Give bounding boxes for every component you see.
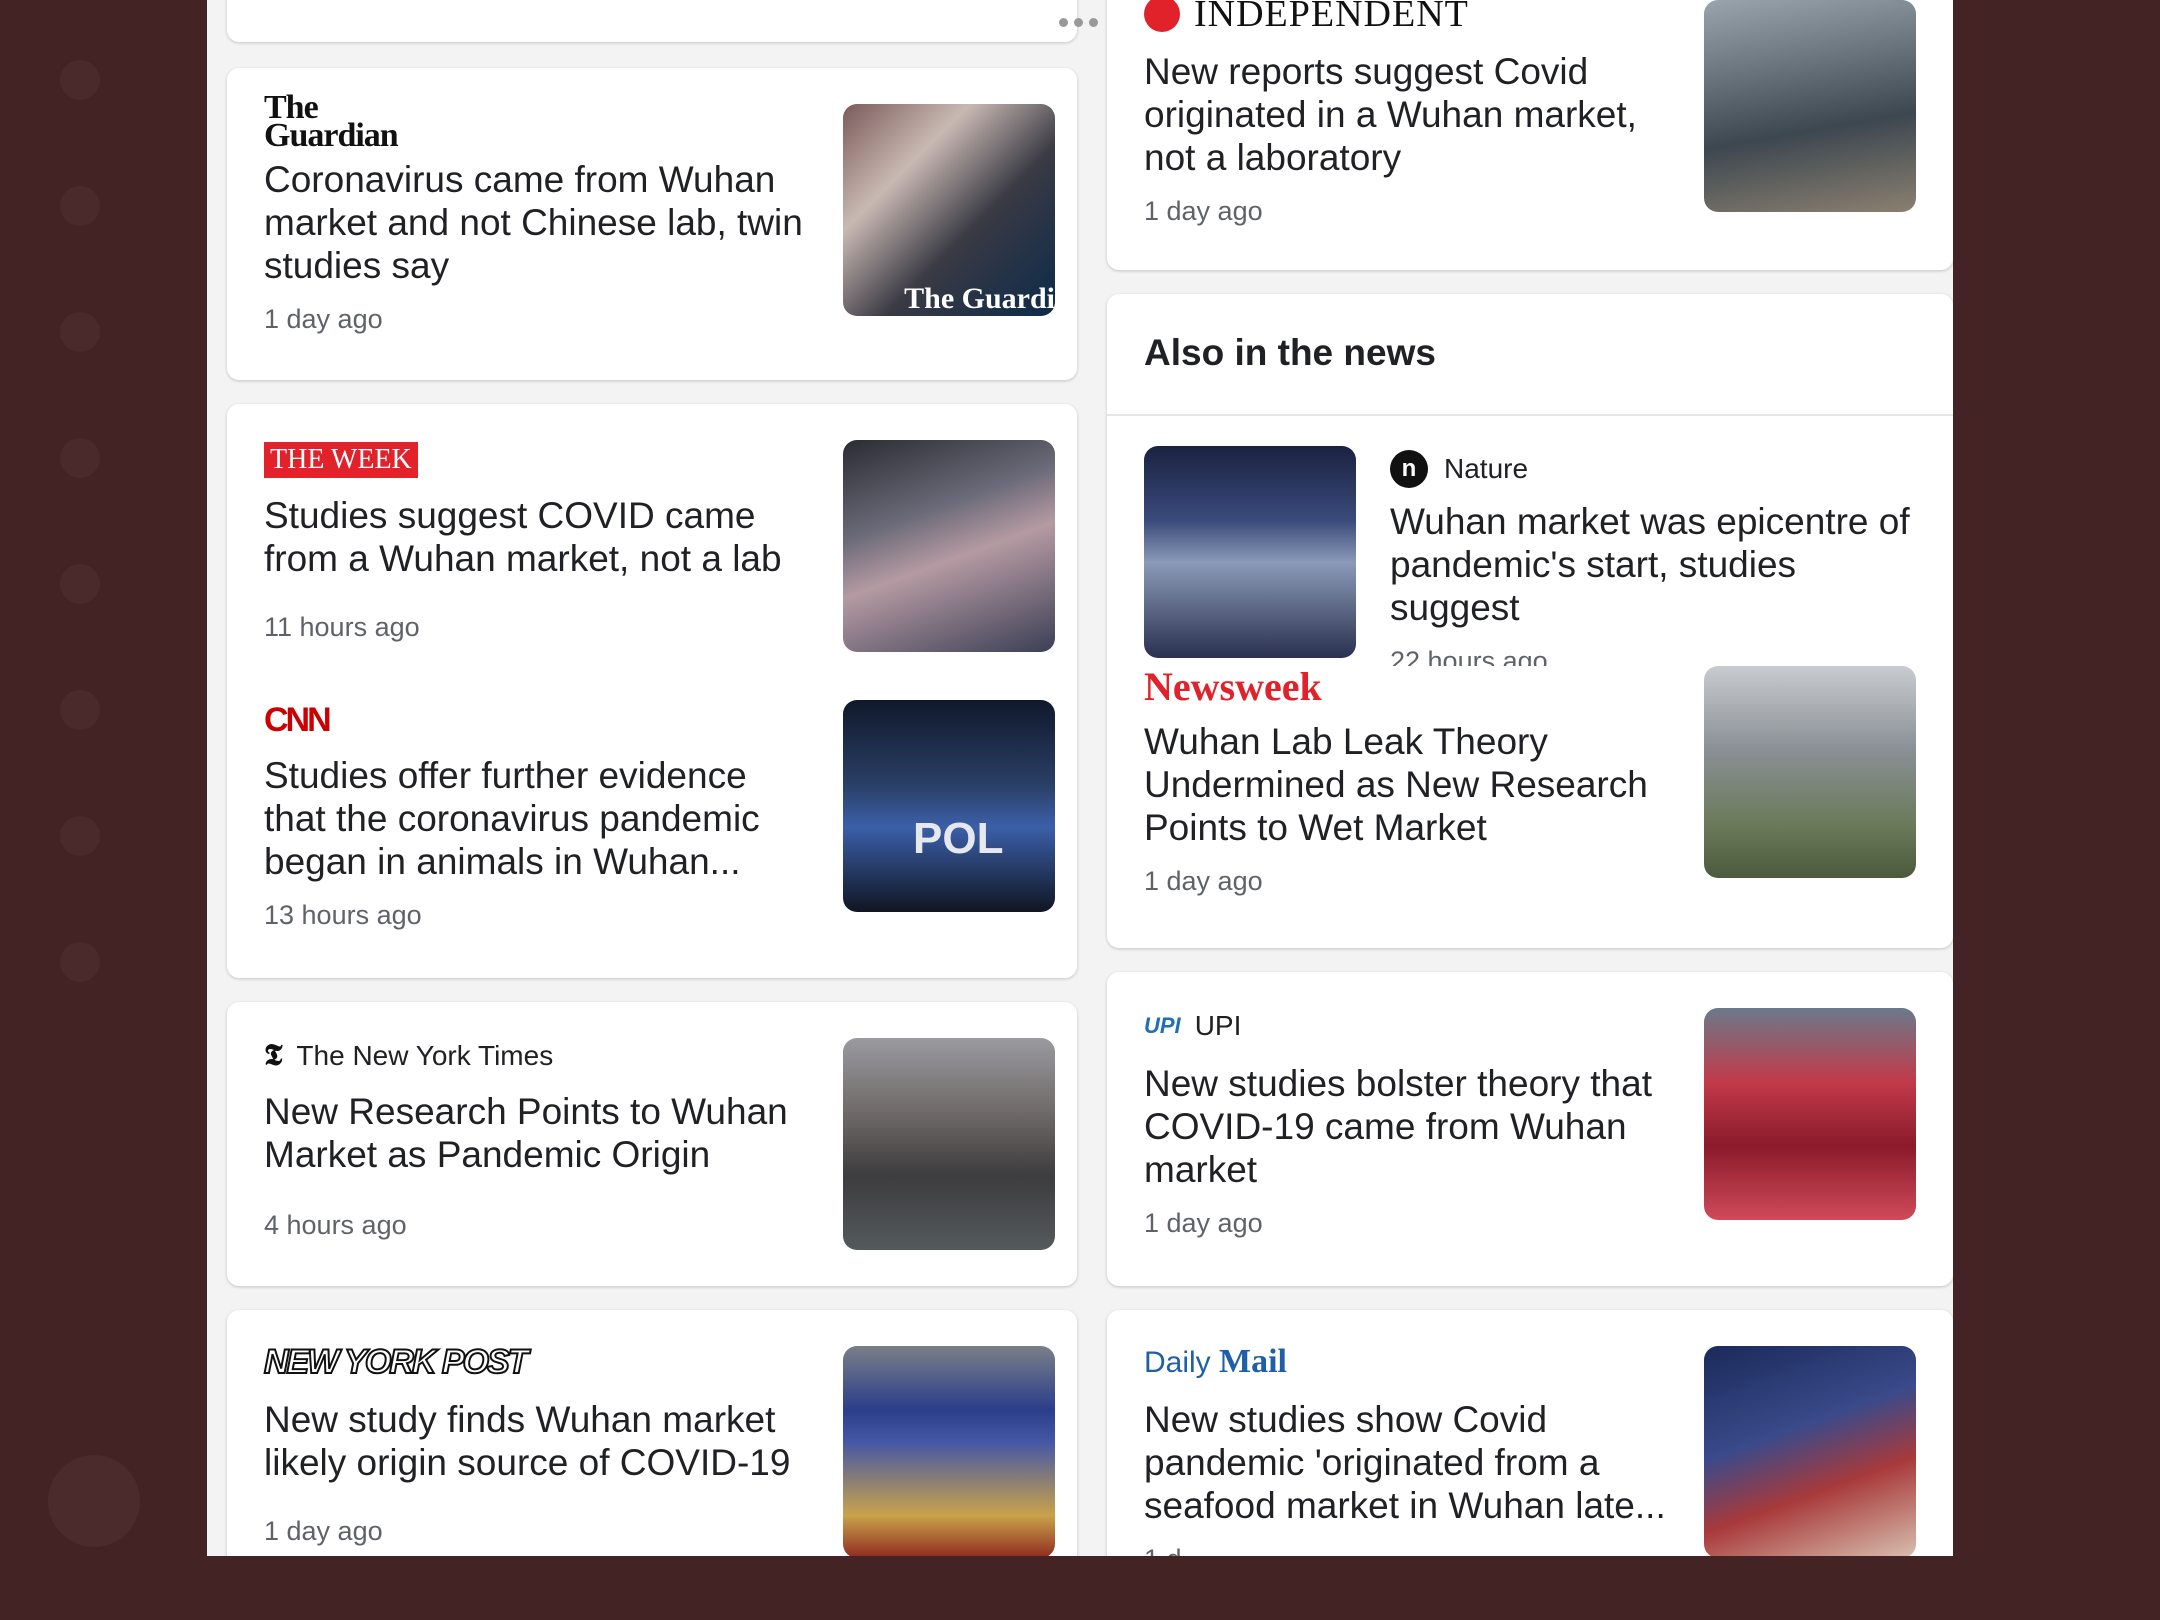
thumbnail-caption: The Guardi bbox=[904, 282, 1055, 315]
cnn-logo: CNN bbox=[264, 700, 332, 739]
guardian-logo: The Guardian bbox=[264, 89, 399, 154]
headline[interactable]: New Research Points to Wuhan Market as P… bbox=[264, 1090, 804, 1176]
thumbnail-image[interactable]: POL bbox=[843, 700, 1055, 912]
thumbnail-image[interactable] bbox=[843, 440, 1055, 652]
news-card-group: THE WEEK Studies suggest COVID came from… bbox=[227, 404, 1077, 978]
source-row: THE WEEK bbox=[264, 440, 418, 480]
rail-icon[interactable] bbox=[60, 60, 100, 100]
source-name: Nature bbox=[1444, 453, 1529, 484]
new-york-post-logo: NEW YORK POST bbox=[263, 1342, 529, 1382]
timestamp: 1 day ago bbox=[1144, 1208, 1263, 1238]
headline[interactable]: Studies offer further evidence that the … bbox=[264, 754, 804, 883]
headline[interactable]: New studies show Covid pandemic 'origina… bbox=[1144, 1398, 1684, 1527]
timestamp: 4 hours ago bbox=[264, 1210, 407, 1240]
source-row: 𝕿 The New York Times bbox=[264, 1036, 553, 1076]
timestamp: 11 hours ago bbox=[264, 612, 420, 642]
the-week-logo: THE WEEK bbox=[264, 442, 418, 478]
source-row: Newsweek bbox=[1144, 664, 1322, 709]
thumbnail-image[interactable] bbox=[1704, 1008, 1916, 1220]
source-row: INDEPENDENT bbox=[1144, 0, 1469, 35]
thumbnail-image[interactable] bbox=[1704, 0, 1916, 212]
headline[interactable]: New study finds Wuhan market likely orig… bbox=[264, 1398, 804, 1484]
source-row: NEW YORK POST bbox=[263, 1342, 529, 1382]
source-row: The Guardian bbox=[264, 91, 399, 153]
rail-icon[interactable] bbox=[60, 312, 100, 352]
rail-icon[interactable] bbox=[60, 690, 100, 730]
nature-icon: n bbox=[1390, 450, 1428, 488]
thumbnail-image[interactable] bbox=[843, 1038, 1055, 1250]
news-card[interactable]: 𝕿 The New York Times New Research Points… bbox=[227, 1002, 1077, 1286]
thumbnail-image[interactable]: The Guardi bbox=[843, 104, 1055, 316]
timestamp: 1 d bbox=[1144, 1544, 1182, 1556]
headline[interactable]: Studies suggest COVID came from a Wuhan … bbox=[264, 494, 804, 580]
independent-logo: INDEPENDENT bbox=[1194, 0, 1469, 35]
rail-icon[interactable] bbox=[60, 816, 100, 856]
also-in-the-news-card: Also in the news n Nature Wuhan market w… bbox=[1107, 294, 1953, 948]
side-rail bbox=[60, 60, 130, 1068]
timestamp: 1 day ago bbox=[1144, 196, 1263, 226]
thumbnail-image[interactable] bbox=[843, 1346, 1055, 1556]
source-name: The New York Times bbox=[296, 1040, 554, 1071]
news-item[interactable]: THE WEEK Studies suggest COVID came from… bbox=[227, 404, 1077, 664]
rail-icon[interactable] bbox=[60, 186, 100, 226]
timestamp: 1 day ago bbox=[1144, 866, 1263, 896]
news-card[interactable]: UPI UPI New studies bolster theory that … bbox=[1107, 972, 1953, 1286]
news-item[interactable]: Newsweek Wuhan Lab Leak Theory Undermine… bbox=[1107, 664, 1953, 948]
source-row: CNN bbox=[264, 700, 332, 740]
news-card[interactable]: NEW YORK POST New study finds Wuhan mark… bbox=[227, 1310, 1077, 1556]
thumbnail-image[interactable] bbox=[1144, 446, 1356, 658]
headline[interactable]: New reports suggest Covid originated in … bbox=[1144, 50, 1684, 179]
news-item[interactable]: CNN Studies offer further evidence that … bbox=[227, 664, 1077, 978]
thumbnail-caption: POL bbox=[913, 814, 1004, 863]
news-card[interactable]: The Guardian Coronavirus came from Wuhan… bbox=[227, 68, 1077, 380]
headline[interactable]: Wuhan market was epicentre of pandemic's… bbox=[1390, 500, 1930, 629]
thumbnail-image[interactable] bbox=[1704, 1346, 1916, 1556]
upi-logo: UPI bbox=[1144, 1013, 1181, 1038]
more-options-icon[interactable] bbox=[1059, 18, 1098, 27]
source-row: n Nature bbox=[1390, 450, 1528, 488]
headline[interactable]: Wuhan Lab Leak Theory Undermined as New … bbox=[1144, 720, 1684, 849]
daily-mail-logo: Daily Mail bbox=[1144, 1343, 1287, 1380]
source-row: Daily Mail bbox=[1144, 1342, 1287, 1382]
headline[interactable]: Coronavirus came from Wuhan market and n… bbox=[264, 158, 804, 287]
headline[interactable]: New studies bolster theory that COVID-19… bbox=[1144, 1062, 1684, 1191]
news-card[interactable]: Daily Mail New studies show Covid pandem… bbox=[1107, 1310, 1953, 1556]
timestamp: 1 day ago bbox=[264, 1516, 383, 1546]
nyt-icon: 𝕿 bbox=[264, 1039, 283, 1072]
newsweek-logo: Newsweek bbox=[1144, 663, 1322, 709]
rail-icon[interactable] bbox=[60, 438, 100, 478]
thumbnail-image[interactable] bbox=[1704, 666, 1916, 878]
news-card[interactable] bbox=[227, 0, 1077, 42]
rail-icon[interactable] bbox=[60, 942, 100, 982]
news-feed: The Guardian Coronavirus came from Wuhan… bbox=[207, 0, 1953, 1556]
timestamp: 1 day ago bbox=[264, 304, 383, 334]
timestamp: 22 hours ago bbox=[1390, 646, 1548, 666]
floating-action-button[interactable] bbox=[48, 1455, 140, 1547]
independent-eagle-icon bbox=[1144, 0, 1180, 32]
source-row: UPI UPI bbox=[1144, 1006, 1241, 1046]
rail-icon[interactable] bbox=[60, 564, 100, 604]
timestamp: 13 hours ago bbox=[264, 900, 422, 930]
source-name: UPI bbox=[1194, 1010, 1242, 1041]
section-title: Also in the news bbox=[1144, 332, 1436, 373]
news-card[interactable]: INDEPENDENT New reports suggest Covid or… bbox=[1107, 0, 1953, 270]
news-item[interactable]: n Nature Wuhan market was epicentre of p… bbox=[1107, 416, 1953, 666]
